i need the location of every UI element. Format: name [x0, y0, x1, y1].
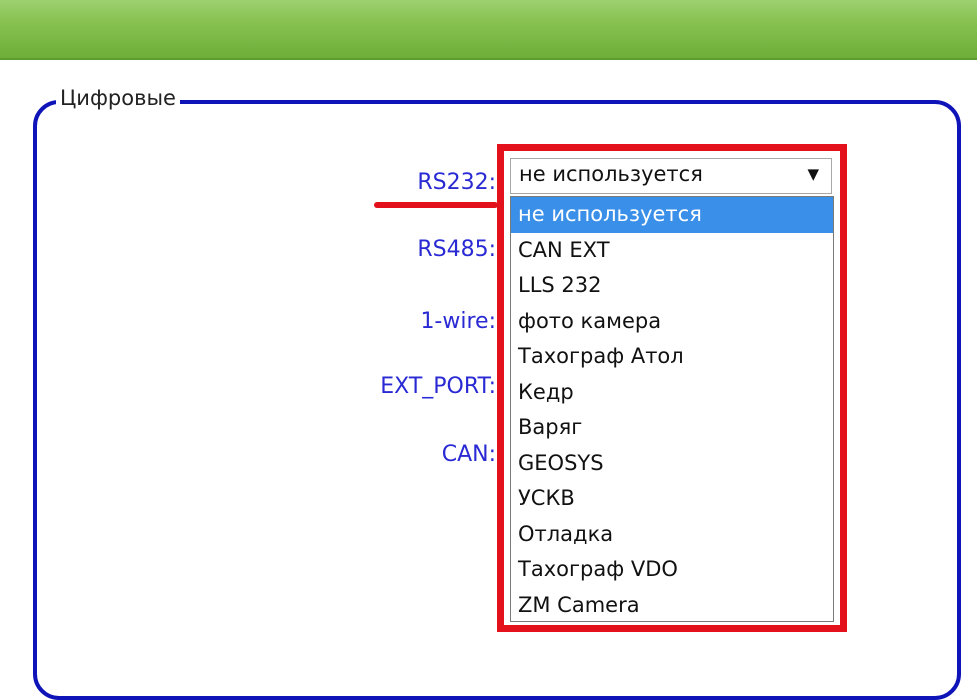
- label-1wire: 1-wire:: [420, 309, 496, 334]
- dropdown-option[interactable]: LLS 232: [511, 268, 833, 304]
- chevron-down-icon[interactable]: ▼: [807, 165, 819, 183]
- fieldset-legend: Цифровые: [56, 86, 180, 110]
- rs232-select-value: не используется: [519, 162, 703, 186]
- header-bar: [0, 0, 977, 60]
- dropdown-option[interactable]: УСКВ: [511, 481, 833, 517]
- dropdown-option[interactable]: Кедр: [511, 375, 833, 411]
- dropdown-option[interactable]: Тахограф VDO: [511, 552, 833, 588]
- label-rs485: RS485:: [417, 237, 496, 262]
- dropdown-option[interactable]: фото камера: [511, 304, 833, 340]
- dropdown-option[interactable]: не используется: [511, 197, 833, 233]
- dropdown-option[interactable]: ZM Camera: [511, 588, 833, 624]
- dropdown-option[interactable]: GEOSYS: [511, 446, 833, 482]
- dropdown-option[interactable]: Отладка: [511, 517, 833, 553]
- annotation-underline: [374, 202, 498, 208]
- label-rs232: RS232:: [417, 170, 496, 195]
- dropdown-option[interactable]: Тахограф Атол: [511, 339, 833, 375]
- label-can: CAN:: [441, 442, 496, 467]
- label-ext-port: EXT_PORT:: [380, 374, 496, 399]
- dropdown-option[interactable]: CAN EXT: [511, 233, 833, 269]
- rs232-select[interactable]: не используется ▼: [510, 158, 832, 194]
- rs232-dropdown-list: не используется CAN EXT LLS 232 фото кам…: [510, 196, 834, 622]
- dropdown-option[interactable]: Варяг: [511, 410, 833, 446]
